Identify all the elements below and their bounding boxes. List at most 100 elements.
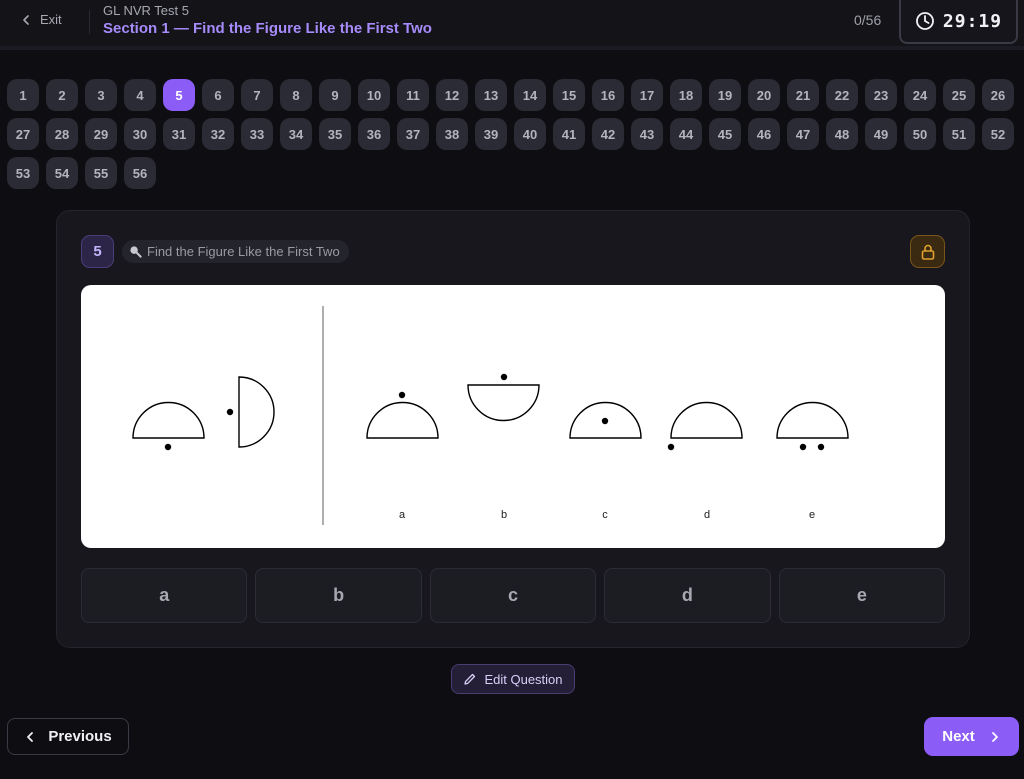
option-shape-d	[667, 401, 743, 451]
question-nav-button-26[interactable]: 26	[982, 79, 1014, 111]
question-nav-button-51[interactable]: 51	[943, 118, 975, 150]
answer-button-a[interactable]: a	[81, 568, 248, 623]
answer-button-b[interactable]: b	[255, 568, 422, 623]
question-nav-button-11[interactable]: 11	[397, 79, 429, 111]
answer-button-e[interactable]: e	[778, 568, 946, 623]
question-nav-button-35[interactable]: 35	[319, 118, 351, 150]
question-nav-button-27[interactable]: 27	[7, 118, 39, 150]
question-nav-button-48[interactable]: 48	[826, 118, 858, 150]
option-label-d: d	[704, 509, 710, 521]
question-figure: a b c d e	[81, 285, 945, 548]
previous-label: Previous	[48, 728, 112, 745]
chevron-left-icon	[23, 14, 29, 25]
chevron-left-icon	[27, 731, 34, 742]
question-nav-button-39[interactable]: 39	[475, 118, 507, 150]
question-nav-button-7[interactable]: 7	[241, 79, 273, 111]
lock-button[interactable]	[910, 235, 945, 268]
option-shape-c	[569, 401, 642, 439]
answer-button-c[interactable]: c	[429, 568, 597, 623]
question-nav-button-13[interactable]: 13	[475, 79, 507, 111]
question-nav-button-17[interactable]: 17	[631, 79, 663, 111]
question-nav-button-3[interactable]: 3	[85, 79, 117, 111]
option-label-e: e	[809, 509, 815, 521]
progress-counter: 0/56	[854, 12, 882, 28]
question-nav-button-45[interactable]: 45	[709, 118, 741, 150]
answer-options: a b c d e	[81, 568, 946, 623]
question-nav-button-30[interactable]: 30	[124, 118, 156, 150]
question-nav-button-36[interactable]: 36	[358, 118, 390, 150]
question-number: 5	[81, 235, 114, 268]
next-button[interactable]: Next	[924, 717, 1019, 756]
option-label-c: c	[602, 509, 608, 521]
question-nav-button-4[interactable]: 4	[124, 79, 156, 111]
question-nav-button-41[interactable]: 41	[553, 118, 585, 150]
question-nav-button-12[interactable]: 12	[436, 79, 468, 111]
lock-icon	[921, 244, 934, 260]
question-nav-button-56[interactable]: 56	[124, 157, 156, 189]
example-shape-1	[132, 401, 205, 451]
top-bar: Exit GL NVR Test 5 Section 1 — Find the …	[0, 0, 1024, 50]
question-nav-button-9[interactable]: 9	[319, 79, 351, 111]
section-title: Section 1 — Find the Figure Like the Fir…	[103, 20, 432, 37]
exit-label: Exit	[40, 12, 62, 27]
question-nav-button-28[interactable]: 28	[46, 118, 78, 150]
question-nav-button-29[interactable]: 29	[85, 118, 117, 150]
question-nav-button-14[interactable]: 14	[514, 79, 546, 111]
question-nav-button-15[interactable]: 15	[553, 79, 585, 111]
question-nav-button-42[interactable]: 42	[592, 118, 624, 150]
question-nav-button-38[interactable]: 38	[436, 118, 468, 150]
option-shape-a	[366, 391, 439, 439]
question-nav-button-1[interactable]: 1	[7, 79, 39, 111]
question-nav-button-49[interactable]: 49	[865, 118, 897, 150]
question-nav-button-40[interactable]: 40	[514, 118, 546, 150]
question-nav-button-5[interactable]: 5	[163, 79, 195, 111]
figure-drawing: a b c d e	[132, 306, 849, 525]
question-nav-button-23[interactable]: 23	[865, 79, 897, 111]
question-nav-button-6[interactable]: 6	[202, 79, 234, 111]
question-nav-button-33[interactable]: 33	[241, 118, 273, 150]
exit-button[interactable]: Exit	[20, 12, 62, 27]
question-nav-button-43[interactable]: 43	[631, 118, 663, 150]
clock-icon	[916, 12, 934, 30]
question-nav-button-37[interactable]: 37	[397, 118, 429, 150]
question-nav-button-2[interactable]: 2	[46, 79, 78, 111]
option-shape-b	[467, 373, 540, 422]
example-shape-2	[226, 376, 275, 448]
pencil-icon	[464, 673, 476, 685]
question-nav-button-20[interactable]: 20	[748, 79, 780, 111]
question-nav-button-19[interactable]: 19	[709, 79, 741, 111]
option-label-b: b	[501, 509, 507, 521]
question-nav-button-50[interactable]: 50	[904, 118, 936, 150]
edit-question-label: Edit Question	[484, 671, 563, 687]
question-nav-button-16[interactable]: 16	[592, 79, 624, 111]
question-nav-button-44[interactable]: 44	[670, 118, 702, 150]
question-nav-button-52[interactable]: 52	[982, 118, 1014, 150]
question-nav-button-25[interactable]: 25	[943, 79, 975, 111]
question-nav-button-46[interactable]: 46	[748, 118, 780, 150]
question-nav-button-54[interactable]: 54	[46, 157, 78, 189]
question-nav-button-34[interactable]: 34	[280, 118, 312, 150]
question-nav-button-24[interactable]: 24	[904, 79, 936, 111]
question-nav-button-8[interactable]: 8	[280, 79, 312, 111]
question-nav-button-55[interactable]: 55	[85, 157, 117, 189]
answer-button-d[interactable]: d	[604, 568, 771, 623]
question-nav-button-31[interactable]: 31	[163, 118, 195, 150]
question-nav-button-10[interactable]: 10	[358, 79, 390, 111]
option-shape-e	[776, 401, 849, 451]
question-nav-button-47[interactable]: 47	[787, 118, 819, 150]
question-nav-button-22[interactable]: 22	[826, 79, 858, 111]
question-nav-button-21[interactable]: 21	[787, 79, 819, 111]
question-nav-button-32[interactable]: 32	[202, 118, 234, 150]
question-type-label: Find the Figure Like the First Two	[147, 244, 340, 259]
edit-question-button[interactable]: Edit Question	[451, 664, 575, 694]
previous-button[interactable]: Previous	[7, 718, 129, 755]
magnifier-icon	[130, 246, 142, 258]
next-label: Next	[942, 728, 975, 745]
question-type-badge: Find the Figure Like the First Two	[122, 240, 349, 263]
timer-value: 29:19	[942, 10, 1003, 32]
timer: 29:19	[899, 0, 1018, 44]
question-nav-button-53[interactable]: 53	[7, 157, 39, 189]
question-navigator: 1 2 3 4 5 6 7 8 9 10 11 12 13 14 15 16 17 18 19 20 21 22 23 24 2…	[7, 79, 1019, 189]
question-card: 5 Find the Figure Like the First Two a b…	[56, 210, 970, 648]
question-nav-button-18[interactable]: 18	[670, 79, 702, 111]
